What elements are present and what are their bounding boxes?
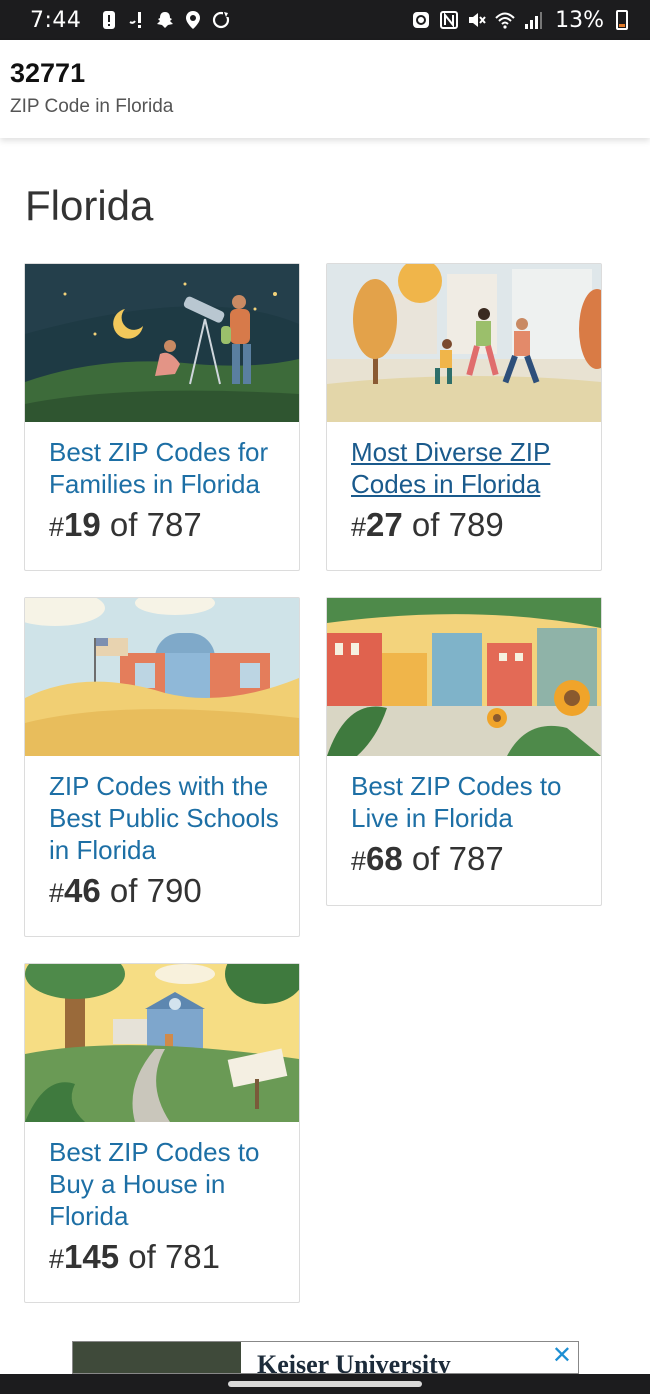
card-rank: #27 of 789: [351, 506, 587, 544]
rank-hash: #: [49, 1244, 65, 1274]
card-body: ZIP Codes with the Best Public Schools i…: [25, 756, 299, 910]
rank-total: of 787: [100, 506, 202, 543]
card-title-link[interactable]: Best ZIP Codes to Buy a House in Florida: [49, 1136, 285, 1232]
card-body: Best ZIP Codes to Live in Florida #68 of…: [327, 756, 601, 878]
rank-number: 27: [366, 506, 403, 543]
card-rank: #68 of 787: [351, 840, 587, 878]
section-title: Florida: [25, 182, 154, 229]
rank-number: 68: [366, 840, 403, 877]
card-rank: #19 of 787: [49, 506, 285, 544]
nav-bar: [0, 1374, 650, 1394]
ranking-card[interactable]: Best ZIP Codes to Buy a House in Florida…: [24, 963, 300, 1303]
people-walking-city-illustration[interactable]: [327, 264, 601, 422]
rank-number: 19: [64, 506, 101, 543]
rank-hash: #: [351, 846, 367, 876]
page-title: 32771: [10, 58, 86, 88]
status-bar: 7:44 13%: [0, 0, 650, 40]
alert-icon: [99, 10, 119, 30]
page-subtitle: ZIP Code in Florida: [10, 96, 174, 117]
card-title-link[interactable]: Best ZIP Codes for Families in Florida: [49, 436, 285, 500]
sync-icon: [211, 10, 231, 30]
ranking-card[interactable]: Best ZIP Codes for Families in Florida #…: [24, 263, 300, 571]
rank-total: of 787: [402, 840, 504, 877]
card-title-link[interactable]: ZIP Codes with the Best Public Schools i…: [49, 770, 285, 866]
status-time: 7:44: [30, 7, 82, 33]
mute-icon: [467, 10, 487, 30]
battery-icon: [616, 10, 628, 30]
ad-banner[interactable]: Keiser University ✕: [72, 1341, 579, 1374]
card-title-link[interactable]: Best ZIP Codes to Live in Florida: [351, 770, 587, 834]
rank-total: of 790: [100, 872, 202, 909]
ranking-card[interactable]: Most Diverse ZIP Codes in Florida #27 of…: [326, 263, 602, 571]
status-left: 7:44: [30, 8, 231, 33]
page-header: 32771 ZIP Code in Florida: [0, 40, 650, 138]
card-title-link[interactable]: Most Diverse ZIP Codes in Florida: [351, 436, 587, 500]
recycle-icon: [411, 10, 431, 30]
rank-hash: #: [49, 512, 65, 542]
location-icon: [183, 10, 203, 30]
house-sold-sign-illustration[interactable]: [25, 964, 299, 1122]
town-sunflowers-illustration[interactable]: [327, 598, 601, 756]
nfc-icon: [439, 10, 459, 30]
ad-text[interactable]: Keiser University: [257, 1350, 451, 1373]
signal-bang-icon: [127, 10, 147, 30]
rank-total: of 789: [402, 506, 504, 543]
home-handle[interactable]: [228, 1381, 422, 1387]
card-rank: #145 of 781: [49, 1238, 285, 1276]
rank-hash: #: [351, 512, 367, 542]
rank-number: 145: [64, 1238, 120, 1275]
snapchat-icon: [155, 10, 175, 30]
card-body: Most Diverse ZIP Codes in Florida #27 of…: [327, 422, 601, 544]
battery-percent: 13%: [555, 7, 604, 33]
card-body: Best ZIP Codes to Buy a House in Florida…: [25, 1122, 299, 1276]
close-icon[interactable]: ✕: [552, 1344, 572, 1368]
ad-photo[interactable]: [73, 1342, 241, 1373]
rank-hash: #: [49, 878, 65, 908]
status-right: 13%: [411, 8, 628, 33]
school-building-illustration[interactable]: [25, 598, 299, 756]
card-body: Best ZIP Codes for Families in Florida #…: [25, 422, 299, 544]
wifi-icon: [495, 10, 515, 30]
family-stargazing-illustration[interactable]: [25, 264, 299, 422]
rank-total: of 781: [119, 1238, 221, 1275]
ranking-card[interactable]: ZIP Codes with the Best Public Schools i…: [24, 597, 300, 937]
cell-signal-icon: [523, 10, 543, 30]
card-rank: #46 of 790: [49, 872, 285, 910]
ranking-card[interactable]: Best ZIP Codes to Live in Florida #68 of…: [326, 597, 602, 906]
rank-number: 46: [64, 872, 101, 909]
